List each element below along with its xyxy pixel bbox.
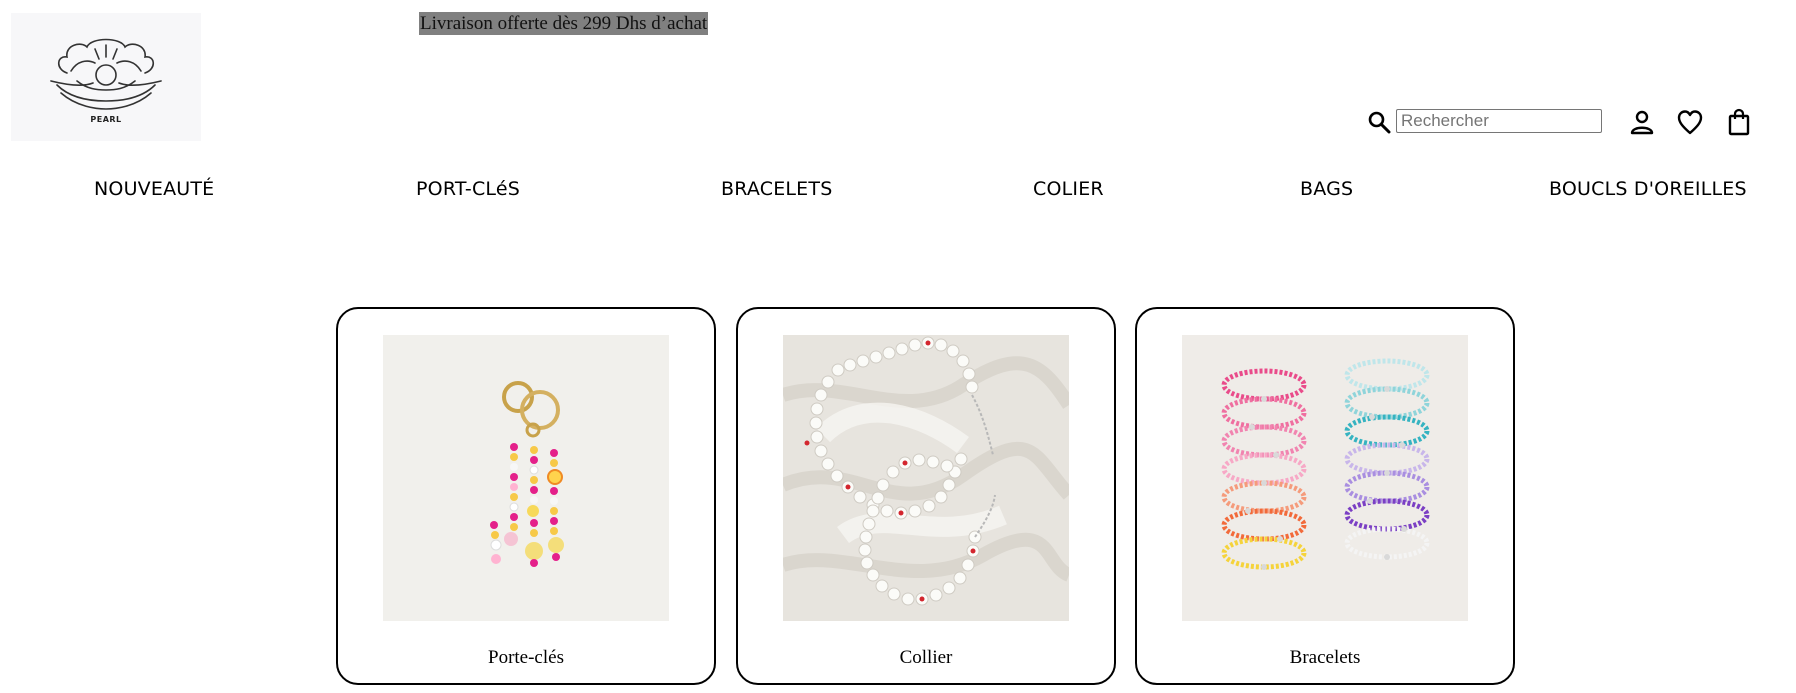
account-icon[interactable] (1629, 108, 1655, 136)
main-nav: NOUVEAUTÉ PORT-CLéS BRACELETS COLIER BAG… (0, 178, 1796, 208)
nav-item-bags[interactable]: BAGS (1300, 178, 1353, 200)
logo-text: PEARL (90, 115, 122, 124)
nav-item-nouveaute[interactable]: NOUVEAUTÉ (94, 178, 214, 200)
category-card-collier[interactable]: Collier (736, 307, 1116, 685)
category-label: Bracelets (1289, 647, 1361, 668)
promo-banner: Livraison offerte dès 299 Dhs d’achat (419, 12, 709, 35)
logo[interactable]: PEARL (11, 13, 201, 141)
category-card-porte-cles[interactable]: Porte-clés (336, 307, 716, 685)
heart-icon[interactable] (1677, 108, 1703, 136)
nav-item-bracelets[interactable]: BRACELETS (721, 178, 832, 200)
keychain-image (383, 335, 669, 621)
category-label: Porte-clés (488, 647, 564, 668)
search-input[interactable] (1396, 109, 1602, 133)
shopping-bag-icon[interactable] (1726, 108, 1752, 136)
pearl-necklace-image (783, 335, 1069, 621)
beaded-bracelets-image (1182, 335, 1468, 621)
search-icon[interactable] (1367, 110, 1391, 134)
category-card-bracelets[interactable]: Bracelets (1135, 307, 1515, 685)
nav-item-port-cles[interactable]: PORT-CLéS (416, 178, 520, 200)
nav-item-colier[interactable]: COLIER (1033, 178, 1104, 200)
oyster-shell-logo-icon (50, 38, 162, 110)
nav-item-boucles-oreilles[interactable]: BOUCLS D'OREILLES (1549, 178, 1747, 200)
category-label: Collier (899, 647, 953, 668)
